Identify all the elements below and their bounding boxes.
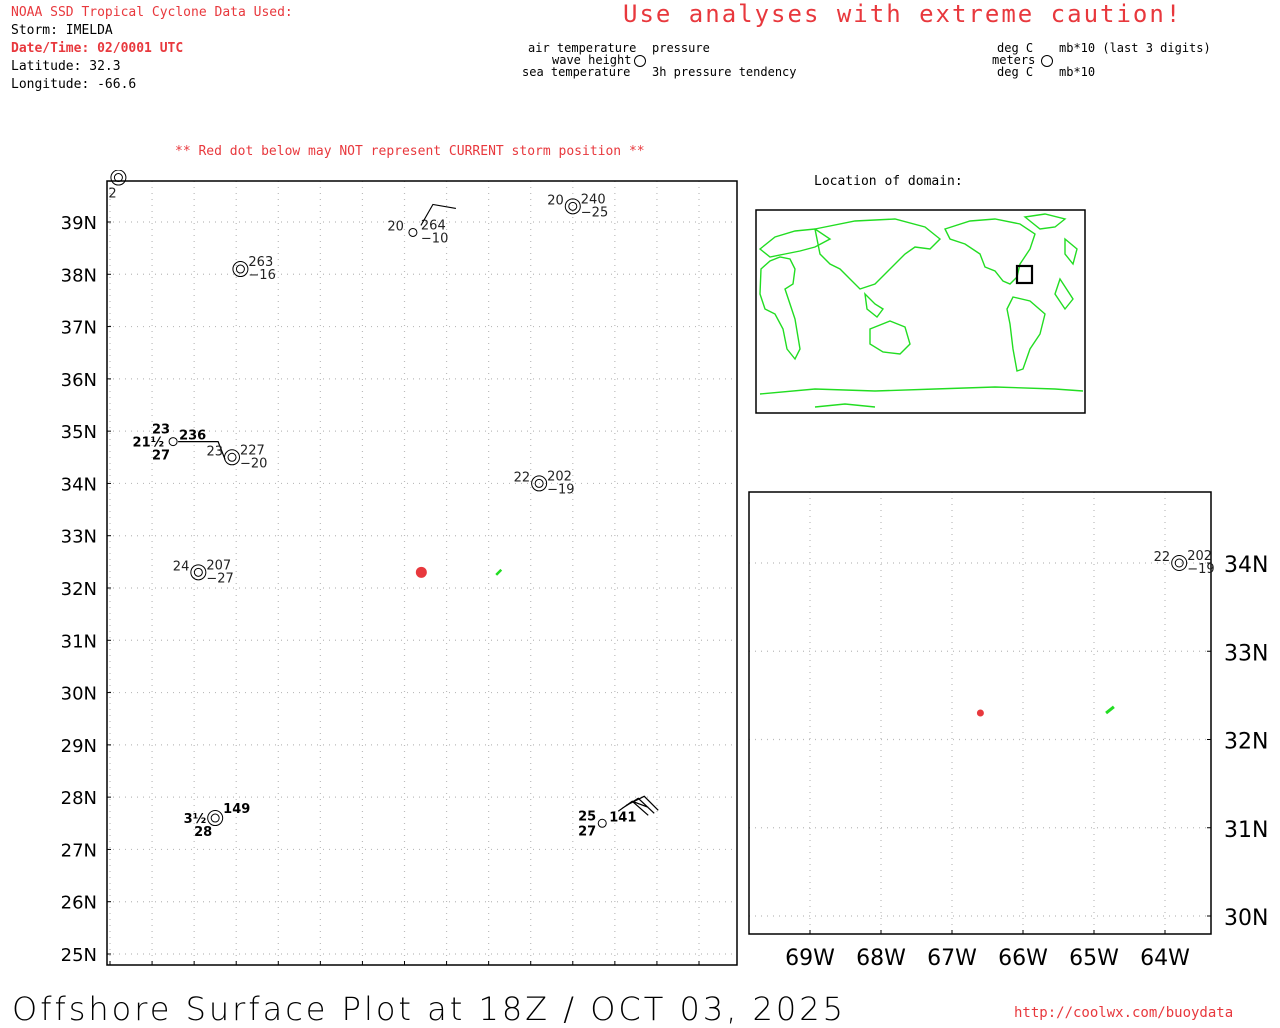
lat-label: 33N: [61, 527, 97, 548]
lat-label: 34N: [1224, 553, 1268, 578]
main-surface-map: 39N 38N 37N 36N 35N 34N 33N 32N 31N 30N 29N 28N 27N 2…: [61, 170, 738, 966]
station-circle-icon: [235, 264, 245, 274]
lat-label: 30N: [61, 684, 97, 705]
lat-label: 29N: [61, 736, 97, 757]
lat-label: 33N: [1224, 641, 1268, 666]
lat-label: 28N: [61, 788, 97, 809]
station-outer-circle-icon: [190, 564, 207, 581]
zoom-surface-map: 34N 33N 32N 31N 30N 69W 68W 67W 66W 65W 64W 22 202−1…: [748, 491, 1268, 971]
station-sea-temp: 28: [194, 825, 212, 840]
lat-label: 32N: [61, 579, 97, 600]
station-air-temp: 24: [173, 559, 190, 574]
station-circle-icon: [597, 818, 607, 828]
station-s8: 24 207−27: [173, 558, 234, 586]
lat-label: 37N: [61, 318, 97, 339]
legend-unit-circle-icon: [1041, 55, 1053, 67]
station-outer-circle-icon: [207, 810, 224, 827]
station-circle-icon: [168, 437, 178, 447]
station-tendency: −27: [206, 571, 233, 586]
station-circle-icon: [210, 813, 220, 823]
station-tendency: −16: [248, 268, 275, 283]
legend-pressure-tendency: 3h pressure tendency: [652, 65, 797, 79]
station-tendency: −19: [547, 482, 574, 497]
lon-label: 65W: [1069, 946, 1119, 971]
lat-label: 26N: [61, 893, 97, 914]
station-s7: 22 202−19: [514, 469, 575, 497]
storm-position-warning: ** Red dot below may NOT represent CURRE…: [175, 144, 645, 159]
station-outer-circle-icon: [1171, 555, 1188, 571]
caution-banner: Use analyses with extreme caution!: [623, 0, 1183, 28]
station-outer-circle-icon: [232, 261, 249, 278]
legend-unit-mb-last3: mb*10 (last 3 digits): [1059, 41, 1211, 55]
station-sea-temp: 27: [152, 449, 170, 464]
station-tendency: −25: [581, 205, 608, 220]
station-air-temp: 20: [387, 219, 404, 234]
lat-label: 31N: [61, 631, 97, 652]
station-label: 2: [108, 187, 116, 202]
lat-label: 34N: [61, 474, 97, 495]
lat-label: 35N: [61, 422, 97, 443]
datetime-label: Date/Time: 02/0001 UTC: [11, 41, 184, 56]
station-circle-icon: [193, 567, 203, 577]
station-z1: 22 202−19: [1154, 549, 1215, 577]
station-air-temp: 22: [1154, 550, 1171, 565]
station-s3: 20 240−25: [547, 192, 608, 220]
station-circle-icon: [408, 227, 418, 237]
station-circle-icon: [227, 452, 237, 462]
storm-name: Storm: IMELDA: [11, 23, 113, 38]
bermuda-island: [1105, 705, 1115, 715]
lon-label: 69W: [785, 946, 835, 971]
storm-position-dot: [415, 566, 427, 578]
station-s4: 263−16: [232, 255, 276, 283]
station-s6: 23 227−20: [206, 443, 267, 471]
location-title: Location of domain:: [814, 174, 963, 189]
lon-label: 66W: [998, 946, 1048, 971]
lat-label: 30N: [1224, 906, 1268, 931]
lat-label: 25N: [61, 945, 97, 966]
legend-pressure: pressure: [652, 41, 710, 55]
station-outer-circle-icon: [110, 170, 127, 186]
source-url-link[interactable]: http://coolwx.com/buoydata: [1014, 1005, 1233, 1021]
lat-label: 39N: [61, 213, 97, 234]
lon-label: 68W: [856, 946, 906, 971]
station-tendency: −20: [240, 456, 267, 471]
station-s10: 25 141 27: [578, 795, 659, 839]
lat-label: 38N: [61, 265, 97, 286]
location-world-map: [755, 209, 1086, 414]
station-air-temp: 20: [547, 193, 564, 208]
lat-label: 36N: [61, 370, 97, 391]
plot-title: Offshore Surface Plot at 18Z / OCT 03, 2…: [12, 990, 846, 1028]
station-pressure: 149: [223, 802, 250, 817]
longitude-label: Longitude: -66.6: [11, 77, 137, 92]
legend-sea-temp: sea temperature: [522, 65, 631, 79]
legend-station-circle-icon: [634, 55, 646, 67]
station-air-temp: 23: [206, 444, 223, 459]
storm-position-dot: [976, 709, 984, 717]
station-tendency: −19: [1187, 562, 1214, 577]
station-air-temp: 22: [514, 470, 531, 485]
lat-label: 27N: [61, 840, 97, 861]
station-circle-icon: [568, 201, 578, 211]
station-s1: 2: [108, 170, 127, 202]
source-label: NOAA SSD Tropical Cyclone Data Used:: [11, 5, 293, 20]
legend-unit-deg-c-bottom: deg C: [997, 65, 1034, 79]
station-s9: 3½14928: [184, 802, 251, 840]
lat-label: 32N: [1224, 730, 1268, 755]
lat-label: 31N: [1224, 818, 1268, 843]
lon-label: 67W: [927, 946, 977, 971]
station-air-temp: 25: [578, 809, 596, 824]
station-outer-circle-icon: [224, 449, 241, 466]
latitude-label: Latitude: 32.3: [11, 59, 121, 74]
legend-unit-mb: mb*10: [1059, 65, 1096, 79]
station-s2: 20 264−10: [387, 203, 457, 246]
station-tendency: −10: [421, 231, 448, 246]
lon-label: 64W: [1140, 946, 1190, 971]
station-sea-temp: 27: [578, 824, 596, 839]
bermuda-island: [495, 568, 503, 576]
station-pressure: 141: [609, 810, 636, 825]
